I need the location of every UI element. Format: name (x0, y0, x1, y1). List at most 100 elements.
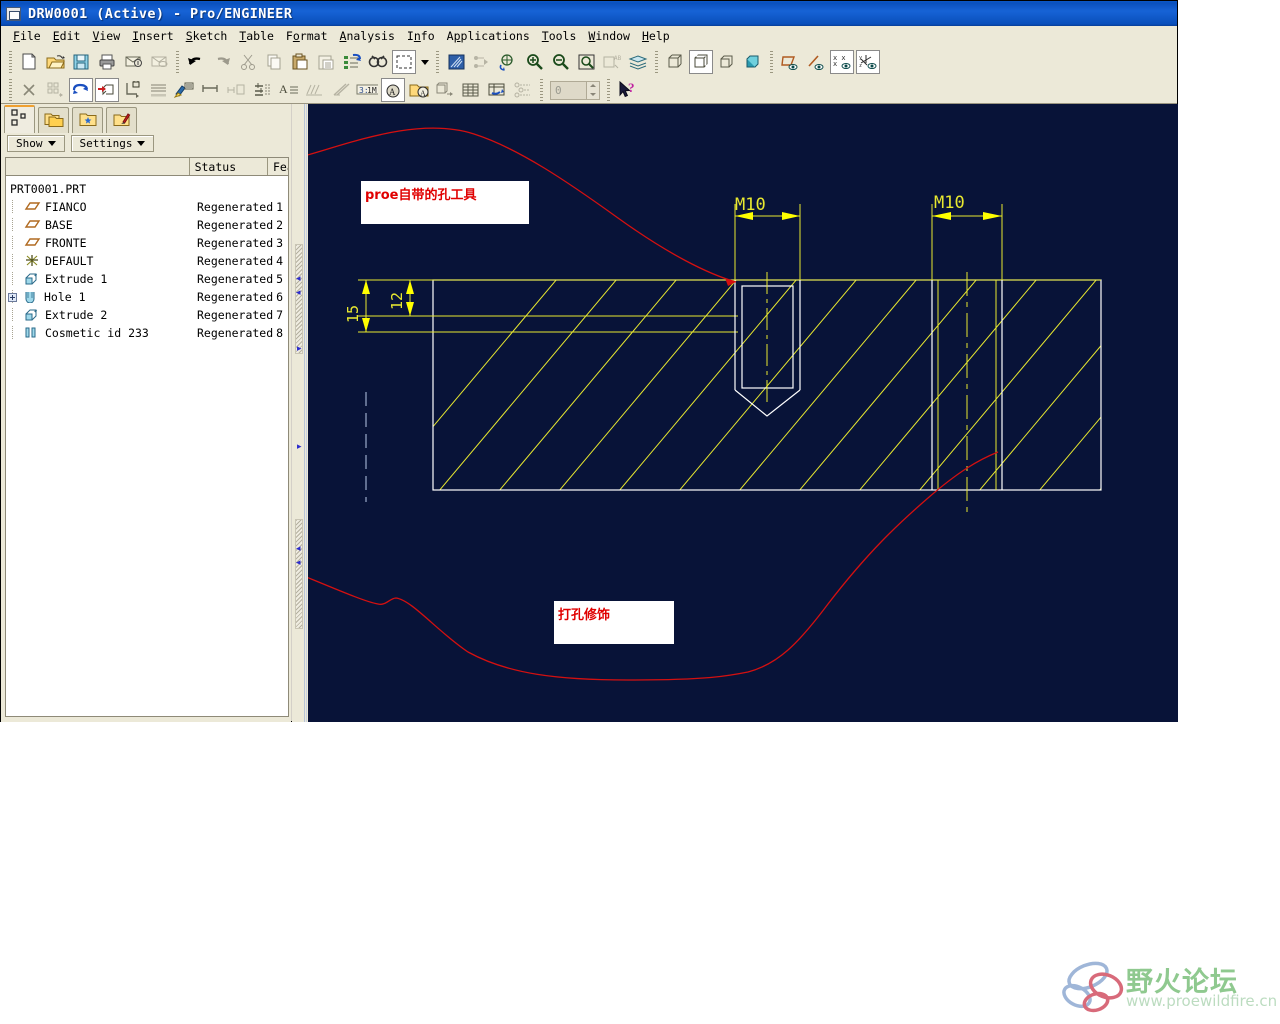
model-a-icon[interactable]: A (381, 78, 405, 102)
splitter-arrow-right-2[interactable]: ▸ (297, 443, 302, 452)
datum-axis-display-icon[interactable] (804, 50, 828, 74)
splitter-arrow-up-2[interactable]: ◂ (296, 289, 301, 298)
display-shade-icon[interactable] (741, 50, 765, 74)
datum-plane-display-icon[interactable] (778, 50, 802, 74)
repaint-icon[interactable] (444, 50, 468, 74)
toolbar-grip-2[interactable] (176, 51, 179, 73)
mail-icon[interactable] (121, 50, 145, 74)
tree-column-status[interactable]: Status (190, 158, 267, 175)
open-folder-icon[interactable] (43, 50, 67, 74)
toolbar-grip-4[interactable] (655, 51, 658, 73)
settings-button[interactable]: Settings (70, 135, 155, 152)
toolbar-grip-6[interactable] (9, 79, 12, 101)
menu-item-tools[interactable]: Tools (536, 28, 583, 44)
table-row[interactable]: Extrude 2 Regenerated 7 (6, 306, 288, 324)
erase-view-icon[interactable] (173, 78, 197, 102)
tree-column-feat[interactable]: Fea (268, 158, 288, 175)
toolbar-grip-7[interactable] (540, 79, 543, 101)
dim-thread-right[interactable]: M10 (932, 193, 1002, 220)
panel-splitter[interactable]: ◂ ◂ ▸ ▸ ◂ ◂ (292, 104, 308, 722)
note-hole-tool[interactable]: proe自带的孔工具 (361, 181, 529, 224)
sheet-number-spinner[interactable] (586, 81, 599, 99)
table-row[interactable]: Cosmetic id 233 Regenerated 8 (6, 324, 288, 342)
note-cosmetic-hole-text: 打孔修饰 (558, 608, 611, 623)
splitter-arrow-up-1[interactable]: ◂ (296, 275, 301, 284)
hole-left[interactable]: M10 (734, 195, 801, 417)
show-button[interactable]: Show (7, 135, 65, 152)
table-row[interactable]: FRONTE Regenerated 3 (6, 234, 288, 252)
menu-item-analysis[interactable]: Analysis (334, 28, 401, 44)
splitter-arrow-down-1[interactable]: ◂ (296, 545, 301, 554)
table-row[interactable]: Hole 1 Regenerated 6 (6, 288, 288, 306)
update-sheet-icon[interactable] (69, 78, 93, 102)
menu-item-insert[interactable]: Insert (126, 28, 180, 44)
table-row[interactable]: FIANCO Regenerated 1 (6, 198, 288, 216)
splitter-arrow-down-2[interactable]: ◂ (296, 559, 301, 568)
table-row[interactable]: Extrude 1 Regenerated 5 (6, 270, 288, 288)
display-hidden-line-icon[interactable] (689, 50, 713, 74)
splitter-grip-lower[interactable] (295, 519, 303, 629)
table-update-icon[interactable] (485, 78, 509, 102)
table-row[interactable]: PRT0001.PRT (6, 180, 288, 198)
paste-icon[interactable] (288, 50, 312, 74)
dim-depth-15[interactable]: 15 (344, 280, 370, 332)
note-cosmetic-hole[interactable]: 打孔修饰 (554, 601, 674, 644)
menu-item-view[interactable]: View (86, 28, 126, 44)
spin-center-icon[interactable] (496, 50, 520, 74)
menu-item-edit[interactable]: Edit (47, 28, 87, 44)
regenerate-icon[interactable] (340, 50, 364, 74)
folder-tool-icon (112, 111, 132, 131)
drawing-canvas[interactable]: 15 12 M10 M10 proe自带的孔工具 打孔修饰 (308, 104, 1178, 722)
menu-item-info[interactable]: Info (401, 28, 441, 44)
splitter-grip-upper[interactable] (295, 244, 303, 354)
insert-view-icon[interactable] (95, 78, 119, 102)
menu-item-help[interactable]: Help (636, 28, 676, 44)
menu-item-applications[interactable]: Applications (441, 28, 536, 44)
menu-item-file[interactable]: File (7, 28, 47, 44)
datum-point-display-icon[interactable]: x x x (830, 50, 854, 74)
layer-icon[interactable] (626, 50, 650, 74)
zoom-out-icon[interactable] (548, 50, 572, 74)
hole-right[interactable]: M10 (931, 193, 1003, 512)
menu-item-format[interactable]: Format (280, 28, 334, 44)
menu-item-window[interactable]: Window (582, 28, 636, 44)
zoom-in-icon[interactable] (522, 50, 546, 74)
find-icon[interactable] (366, 50, 390, 74)
dim-tolerance-icon (225, 78, 249, 102)
select-box-icon[interactable] (392, 50, 416, 74)
delete-icon (17, 78, 41, 102)
context-help-icon[interactable]: ? (615, 78, 641, 102)
dim-thread-left[interactable]: M10 (735, 195, 800, 220)
print-icon[interactable] (95, 50, 119, 74)
sheet-number-field[interactable]: 0 (550, 80, 600, 100)
dim-depth-12[interactable]: 12 (388, 280, 414, 316)
zoom-area-icon[interactable] (574, 50, 598, 74)
display-no-hidden-icon[interactable] (715, 50, 739, 74)
table-row[interactable]: BASE Regenerated 2 (6, 216, 288, 234)
toolbar-grip-3[interactable] (436, 51, 439, 73)
select-dropdown-icon[interactable] (418, 50, 431, 74)
connections-tab[interactable] (106, 107, 137, 133)
model-tree[interactable]: Status Fea PRT0001.PRT FIANCO Regenerate… (5, 157, 289, 717)
splitter-line-2 (306, 104, 307, 722)
display-wireframe-icon[interactable] (663, 50, 687, 74)
menu-item-sketch[interactable]: Sketch (180, 28, 234, 44)
toolbar-grip-5[interactable] (770, 51, 773, 73)
new-file-icon[interactable] (17, 50, 41, 74)
datum-csys-display-icon[interactable]: y z (856, 50, 880, 74)
folder-browser-tab[interactable] (38, 107, 69, 133)
toolbar-grip[interactable] (9, 51, 12, 73)
folder-a-icon[interactable]: A (407, 78, 431, 102)
forum-watermark: 野火论坛 www.proewildfire.cn (1062, 958, 1277, 1020)
model-tree-tab[interactable] (4, 105, 35, 133)
splitter-arrow-right-1[interactable]: ▸ (297, 345, 302, 354)
tree-expander-icon[interactable] (8, 292, 17, 302)
undo-icon[interactable] (184, 50, 208, 74)
toolbar-grip-8[interactable] (607, 79, 610, 101)
save-icon[interactable] (69, 50, 93, 74)
table-row[interactable]: DEFAULT Regenerated 4 (6, 252, 288, 270)
menu-item-table[interactable]: Table (233, 28, 280, 44)
tree-root-label[interactable]: PRT0001.PRT (6, 182, 191, 196)
favorites-tab[interactable] (72, 107, 103, 133)
tree-column-name[interactable] (6, 158, 189, 175)
